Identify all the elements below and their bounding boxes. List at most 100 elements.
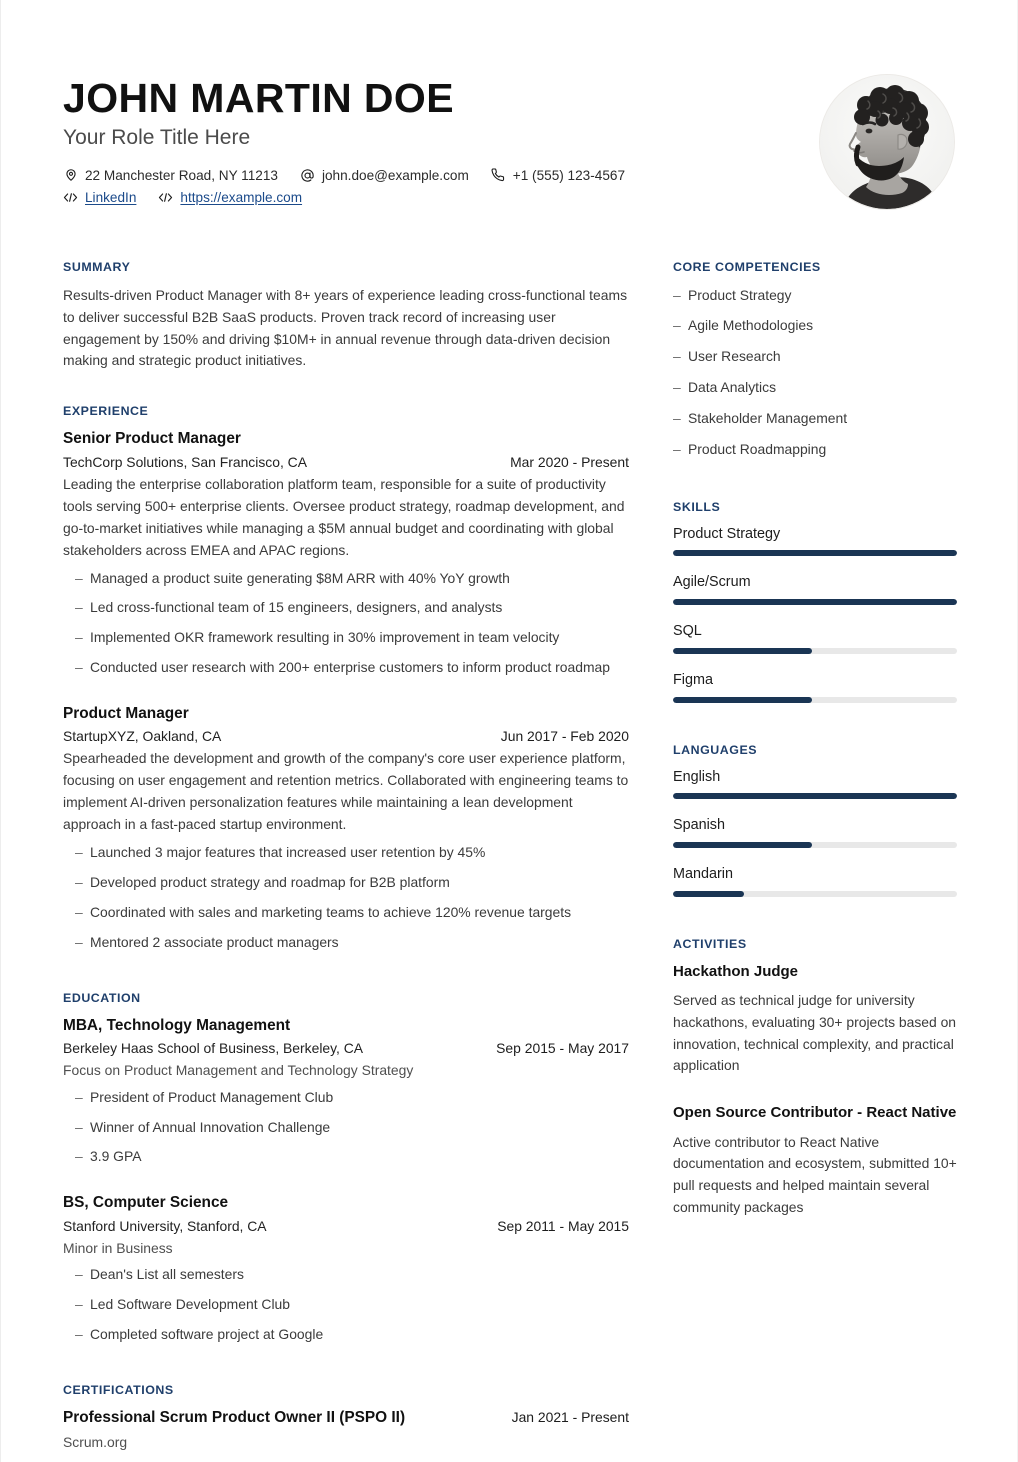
core-competencies-section: CORE COMPETENCIES Product Strategy Agile…	[673, 260, 957, 460]
at-sign-icon	[300, 168, 315, 183]
address-text: 22 Manchester Road, NY 11213	[85, 167, 278, 183]
activity-entry: Open Source Contributor - React Native A…	[673, 1103, 957, 1218]
phone-text: +1 (555) 123-4567	[512, 167, 626, 183]
skill-track	[673, 647, 957, 654]
skill-fill	[673, 696, 813, 703]
education-school: Stanford University, Stanford, CA	[63, 1217, 267, 1234]
skill-fill	[673, 599, 957, 606]
list-item: Product Strategy	[673, 285, 957, 306]
language-fill	[673, 793, 957, 800]
certification-issuer: Scrum.org	[63, 1434, 128, 1451]
skill-label: Figma	[673, 671, 713, 688]
activities-section: ACTIVITIES Hackathon Judge Served as tec…	[673, 937, 957, 1219]
list-item: Data Analytics	[673, 377, 957, 398]
certification-date: Jan 2021 - Present	[511, 1408, 629, 1425]
education-bullets: Dean's List all semesters Led Software D…	[63, 1264, 629, 1345]
language-label: English	[673, 768, 721, 785]
list-item: Conducted user research with 200+ enterp…	[63, 657, 629, 678]
list-item: Winner of Annual Innovation Challenge	[63, 1117, 629, 1138]
contact-email[interactable]: john.doe@example.com	[300, 168, 469, 183]
list-item: 3.9 GPA	[63, 1146, 629, 1167]
education-school: Berkeley Haas School of Business, Berkel…	[63, 1039, 364, 1056]
contact-row-links: LinkedIn https://example.com	[63, 190, 793, 205]
full-name: JOHN MARTIN DOE	[63, 75, 454, 121]
skill-label: Product Strategy	[673, 525, 781, 542]
activity-entry: Hackathon Judge Served as technical judg…	[673, 962, 957, 1077]
skill-meter: Agile/Scrum	[673, 573, 957, 606]
contact-row-primary: 22 Manchester Road, NY 11213 john.doe@ex…	[63, 168, 793, 183]
language-track	[673, 793, 957, 800]
activity-description: Served as technical judge for university…	[673, 992, 957, 1074]
list-item: President of Product Management Club	[63, 1087, 629, 1108]
resume-page: JOHN MARTIN DOE Your Role Title Here 22 …	[0, 0, 1018, 1462]
certification-name: Professional Scrum Product Owner II (PSP…	[63, 1408, 406, 1426]
activities-heading: ACTIVITIES	[673, 936, 747, 951]
skill-label: Agile/Scrum	[673, 574, 751, 591]
education-bullets: President of Product Management Club Win…	[63, 1087, 629, 1168]
contact-details: 22 Manchester Road, NY 11213 john.doe@ex…	[63, 168, 793, 205]
education-entry: MBA, Technology Management Berkeley Haas…	[63, 1016, 629, 1168]
language-fill	[673, 890, 744, 897]
contact-address: 22 Manchester Road, NY 11213	[63, 168, 278, 183]
skill-meter: Product Strategy	[673, 525, 957, 557]
role-title: Your Role Title Here	[63, 126, 251, 150]
skill-meter: Figma	[673, 671, 957, 703]
list-item: Managed a product suite generating $8M A…	[63, 568, 629, 589]
experience-section: EXPERIENCE Senior Product Manager TechCo…	[63, 404, 629, 952]
side-column: CORE COMPETENCIES Product Strategy Agile…	[673, 260, 957, 1219]
education-focus: Focus on Product Management and Technolo…	[63, 1061, 414, 1078]
link-code-icon	[63, 190, 78, 205]
education-degree: MBA, Technology Management	[63, 1016, 291, 1034]
activity-name: Hackathon Judge	[673, 962, 799, 980]
languages-heading: LANGUAGES	[673, 742, 758, 757]
certifications-section: CERTIFICATIONS Professional Scrum Produc…	[63, 1383, 629, 1453]
link-code-icon	[158, 190, 173, 205]
experience-bullets: Managed a product suite generating $8M A…	[63, 568, 629, 678]
list-item: Coordinated with sales and marketing tea…	[63, 902, 629, 923]
activity-name: Open Source Contributor - React Native	[673, 1104, 957, 1121]
education-date: Sep 2015 - May 2017	[496, 1039, 629, 1056]
summary-section: SUMMARY Results-driven Product Manager w…	[63, 260, 629, 373]
certifications-heading: CERTIFICATIONS	[63, 1382, 174, 1397]
list-item: Developed product strategy and roadmap f…	[63, 872, 629, 893]
location-pin-icon	[63, 168, 78, 183]
core-competencies-list: Product Strategy Agile Methodologies Use…	[673, 285, 957, 460]
skill-fill	[673, 550, 957, 557]
language-label: Spanish	[673, 817, 726, 834]
list-item: Agile Methodologies	[673, 315, 957, 336]
experience-description: Leading the enterprise collaboration pla…	[63, 475, 625, 558]
experience-entry: Senior Product Manager TechCorp Solution…	[63, 429, 629, 678]
experience-entry: Product Manager StartupXYZ, Oakland, CA …	[63, 704, 629, 953]
experience-date: Jun 2017 - Feb 2020	[500, 728, 629, 745]
phone-icon	[491, 168, 506, 183]
certification-meta: Professional Scrum Product Owner II (PSP…	[63, 1408, 629, 1427]
language-fill	[673, 842, 813, 849]
skill-track	[673, 599, 957, 606]
header-text-block: JOHN MARTIN DOE Your Role Title Here 22 …	[63, 70, 793, 212]
language-meter: Mandarin	[673, 865, 957, 897]
contact-linkedin[interactable]: LinkedIn	[63, 190, 136, 205]
profile-photo	[819, 74, 955, 210]
education-meta: Stanford University, Stanford, CA Sep 20…	[63, 1218, 629, 1234]
experience-role: Product Manager	[63, 705, 189, 722]
education-entry: BS, Computer Science Stanford University…	[63, 1193, 629, 1345]
experience-description: Spearheaded the development and growth o…	[63, 750, 629, 833]
education-meta: Berkeley Haas School of Business, Berkel…	[63, 1040, 629, 1056]
language-meter: English	[673, 768, 957, 800]
experience-meta: TechCorp Solutions, San Francisco, CA Ma…	[63, 454, 629, 470]
core-competencies-heading: CORE COMPETENCIES	[673, 259, 821, 274]
contact-phone[interactable]: +1 (555) 123-4567	[491, 168, 625, 183]
certification-entry: Professional Scrum Product Owner II (PSP…	[63, 1408, 629, 1453]
skills-heading: SKILLS	[673, 499, 721, 514]
experience-role: Senior Product Manager	[63, 430, 241, 448]
website-link[interactable]: https://example.com	[180, 190, 302, 205]
education-degree: BS, Computer Science	[63, 1194, 229, 1212]
contact-website[interactable]: https://example.com	[158, 190, 302, 205]
experience-heading: EXPERIENCE	[63, 404, 149, 419]
language-label: Mandarin	[673, 866, 733, 883]
skill-track	[673, 696, 957, 703]
linkedin-link[interactable]: LinkedIn	[85, 190, 136, 205]
list-item: Mentored 2 associate product managers	[63, 932, 629, 953]
email-text: john.doe@example.com	[321, 167, 469, 183]
language-track	[673, 890, 957, 897]
